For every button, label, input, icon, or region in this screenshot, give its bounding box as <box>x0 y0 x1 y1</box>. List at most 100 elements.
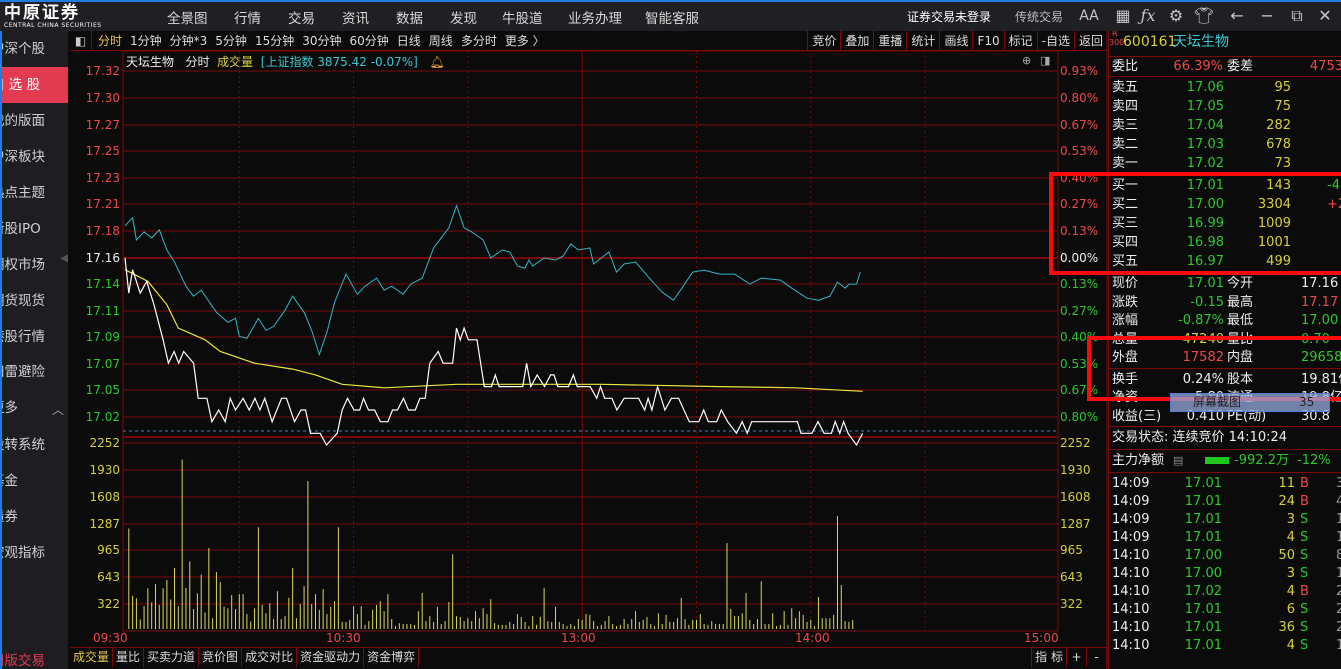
tick-row: 14:10 17.00 50 S 8 <box>1109 546 1341 565</box>
ask-row: 卖一 17.02 73 <box>1109 154 1341 173</box>
ask-row: 卖五 17.06 95 <box>1109 78 1341 97</box>
tick-side: B <box>1300 494 1309 509</box>
stat-value: 17.16 <box>1301 276 1339 291</box>
ask-price: 17.04 <box>1186 118 1224 133</box>
tick-price: 17.01 <box>1184 602 1222 617</box>
ask-volume: 678 <box>1266 137 1291 152</box>
volume-tick-label: 322 <box>97 597 120 611</box>
time-tick-label: 15:00 <box>1024 631 1059 645</box>
indicator-button[interactable]: 指 标 <box>1031 648 1067 667</box>
ask-label: 卖二 <box>1112 137 1139 152</box>
highlight-box-bids <box>1049 172 1341 275</box>
indicator-tab[interactable]: 买卖力道 <box>144 648 200 667</box>
ask-volume: 75 <box>1274 99 1291 114</box>
tick-time: 14:10 <box>1112 566 1150 581</box>
tick-price: 17.01 <box>1184 476 1222 491</box>
tick-row: 14:09 17.01 24 B 4 <box>1109 492 1341 511</box>
stat-label: 现价 <box>1112 276 1139 291</box>
tick-row: 14:10 17.01 36 S 2 <box>1109 618 1341 637</box>
pct-tick-label: 0.53% <box>1060 144 1099 158</box>
main-flow-row: 主力净额 ▤ -992.2万 -12% <box>1109 451 1341 470</box>
stat-value: -0.15 <box>1190 294 1224 310</box>
tick-count: 8 <box>1336 546 1341 565</box>
indicator-tab[interactable]: 竞价图 <box>199 648 243 667</box>
tick-row: 14:10 17.02 4B 2 <box>1109 582 1341 601</box>
tick-row: 14:10 17.00 3S 1 <box>1109 564 1341 583</box>
price-tick-label: 17.18 <box>85 224 120 238</box>
weicha-value: 4753 <box>1309 59 1341 74</box>
badge-r: R <box>1112 31 1118 38</box>
weibi-row: 委比 66.39% 委差 4753 <box>1109 57 1341 76</box>
price-tick-label: 17.09 <box>85 330 120 344</box>
tick-side: S <box>1300 602 1309 617</box>
stat-value: 17.00 <box>1301 313 1339 328</box>
volume-tick-label: 1930 <box>89 463 120 477</box>
tick-volume: 50 <box>1278 548 1295 563</box>
stock-name-title: 天坛生物 <box>1173 34 1229 50</box>
volume-tick-label-right: 643 <box>1060 570 1083 584</box>
tick-side: B <box>1300 584 1309 599</box>
price-tick-label: 17.11 <box>85 304 120 318</box>
tick-side: S <box>1300 512 1309 527</box>
tick-volume: 4 <box>1286 638 1295 653</box>
tick-side: S <box>1300 638 1309 653</box>
tick-volume: 4 <box>1286 530 1295 545</box>
remove-indicator-button[interactable]: - <box>1087 648 1107 667</box>
ask-price: 17.02 <box>1186 156 1224 171</box>
ask-price: 17.06 <box>1186 80 1224 95</box>
indicator-tab[interactable]: 量比 <box>113 648 145 667</box>
tick-row: 14:09 17.01 11 B 3 <box>1109 474 1341 493</box>
tick-price: 17.01 <box>1184 494 1222 509</box>
tooltip-label: 屏幕截图 <box>1193 395 1242 409</box>
add-indicator-button[interactable]: + <box>1067 648 1087 667</box>
pct-tick-label: 0.13% <box>1060 277 1099 291</box>
price-tick-label: 17.16 <box>85 251 120 265</box>
volume-tick-label-right: 2252 <box>1060 436 1091 450</box>
list-icon[interactable]: ▤ <box>1173 451 1183 470</box>
price-tick-label: 17.23 <box>85 171 120 185</box>
stat-label: 最高 <box>1227 294 1254 310</box>
volume-tick-label: 1608 <box>89 490 120 504</box>
tick-time: 14:09 <box>1112 476 1150 491</box>
ask-row: 卖三 17.04 282 <box>1109 116 1341 135</box>
time-tick-label: 13:00 <box>561 631 596 645</box>
stat-label: 最低 <box>1227 313 1254 328</box>
tick-count: 1 <box>1336 564 1341 583</box>
price-tick-label: 17.30 <box>85 91 120 105</box>
tick-time: 14:09 <box>1112 530 1150 545</box>
tick-volume: 11 <box>1278 476 1295 491</box>
weibi-value: 66.39% <box>1173 59 1223 74</box>
tick-price: 17.01 <box>1184 638 1222 653</box>
stat-label: 今开 <box>1227 276 1254 291</box>
ask-row: 卖四 17.05 75 <box>1109 97 1341 116</box>
volume-tick-label-right: 322 <box>1060 597 1083 611</box>
tick-time: 14:09 <box>1112 512 1150 527</box>
stat-value: 17.17 <box>1301 294 1339 310</box>
tick-count: 3 <box>1336 474 1341 493</box>
indicator-tab[interactable]: 资金博弈 <box>364 648 420 667</box>
tick-row: 14:10 17.01 4S 1 <box>1109 636 1341 655</box>
weicha-label: 委差 <box>1227 59 1254 74</box>
stat-label: 涨幅 <box>1112 313 1139 328</box>
pct-tick-label: 0.67% <box>1060 118 1099 132</box>
ask-volume: 282 <box>1266 118 1291 133</box>
indicator-tab[interactable]: 成交对比 <box>242 648 298 667</box>
indicator-tab[interactable]: 资金驱动力 <box>297 648 365 667</box>
screenshot-tooltip: 屏幕截图 35 <box>1170 393 1330 412</box>
tick-time: 14:10 <box>1112 584 1150 599</box>
highlight-box-outer-inner <box>1087 336 1341 401</box>
tick-time: 14:10 <box>1112 638 1150 653</box>
tick-row: 14:09 17.01 3S 1 <box>1109 510 1341 529</box>
tick-count: 4 <box>1336 492 1341 511</box>
tick-price: 17.01 <box>1184 620 1222 635</box>
ask-label: 卖四 <box>1112 99 1139 114</box>
badge-300: 300 <box>1109 38 1125 47</box>
stat-row: 现价 17.01 今开 17.16 <box>1109 274 1341 293</box>
tick-price: 17.01 <box>1184 512 1222 527</box>
tick-side: S <box>1300 566 1309 581</box>
tick-price: 17.01 <box>1184 530 1222 545</box>
tick-count: 1 <box>1336 528 1341 547</box>
tick-time: 14:09 <box>1112 494 1150 509</box>
indicator-tab[interactable]: 成交量 <box>70 648 114 667</box>
volume-tick-label: 1287 <box>89 517 120 531</box>
